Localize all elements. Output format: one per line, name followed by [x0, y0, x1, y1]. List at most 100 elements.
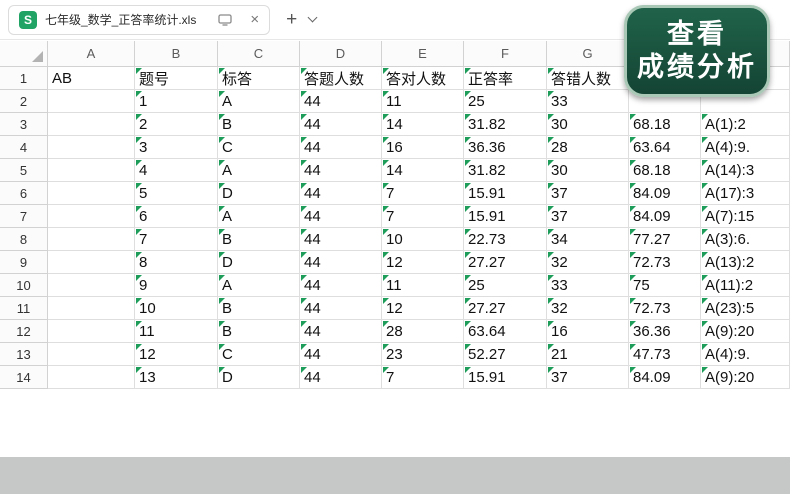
- cell-A1[interactable]: AB: [48, 67, 135, 90]
- row-header-3[interactable]: 3: [0, 113, 48, 136]
- cell-F6[interactable]: 15.91: [464, 182, 547, 205]
- row-header-13[interactable]: 13: [0, 343, 48, 366]
- cell-D5[interactable]: 44: [300, 159, 382, 182]
- cell-I9[interactable]: A(13):2: [701, 251, 790, 274]
- tab-close-icon[interactable]: ×: [250, 11, 259, 28]
- cell-I8[interactable]: A(3):6.: [701, 228, 790, 251]
- cell-A14[interactable]: [48, 366, 135, 389]
- cell-H10[interactable]: 75: [629, 274, 701, 297]
- cell-A12[interactable]: [48, 320, 135, 343]
- row-header-12[interactable]: 12: [0, 320, 48, 343]
- cell-G12[interactable]: 16: [547, 320, 629, 343]
- cell-A7[interactable]: [48, 205, 135, 228]
- cell-E11[interactable]: 12: [382, 297, 464, 320]
- cell-E4[interactable]: 16: [382, 136, 464, 159]
- cell-D2[interactable]: 44: [300, 90, 382, 113]
- cell-I10[interactable]: A(11):2: [701, 274, 790, 297]
- cell-C12[interactable]: B: [218, 320, 300, 343]
- row-header-6[interactable]: 6: [0, 182, 48, 205]
- cell-D9[interactable]: 44: [300, 251, 382, 274]
- document-tab[interactable]: S 七年级_数学_正答率统计.xls ×: [8, 5, 270, 35]
- row-header-1[interactable]: 1: [0, 67, 48, 90]
- cell-C1[interactable]: 标答: [218, 67, 300, 90]
- cell-G1[interactable]: 答错人数: [547, 67, 629, 90]
- cell-C5[interactable]: A: [218, 159, 300, 182]
- cell-H9[interactable]: 72.73: [629, 251, 701, 274]
- cell-F14[interactable]: 15.91: [464, 366, 547, 389]
- cell-I3[interactable]: A(1):2: [701, 113, 790, 136]
- cell-F12[interactable]: 63.64: [464, 320, 547, 343]
- row-header-5[interactable]: 5: [0, 159, 48, 182]
- cell-C11[interactable]: B: [218, 297, 300, 320]
- column-header-B[interactable]: B: [135, 41, 218, 67]
- cell-F5[interactable]: 31.82: [464, 159, 547, 182]
- cell-D7[interactable]: 44: [300, 205, 382, 228]
- cell-E12[interactable]: 28: [382, 320, 464, 343]
- cell-F11[interactable]: 27.27: [464, 297, 547, 320]
- cell-D11[interactable]: 44: [300, 297, 382, 320]
- cell-H3[interactable]: 68.18: [629, 113, 701, 136]
- cell-B4[interactable]: 3: [135, 136, 218, 159]
- cell-I13[interactable]: A(4):9.: [701, 343, 790, 366]
- cell-E1[interactable]: 答对人数: [382, 67, 464, 90]
- cell-C4[interactable]: C: [218, 136, 300, 159]
- cell-H13[interactable]: 47.73: [629, 343, 701, 366]
- select-all-corner[interactable]: [0, 41, 48, 67]
- cell-B2[interactable]: 1: [135, 90, 218, 113]
- row-header-7[interactable]: 7: [0, 205, 48, 228]
- column-header-D[interactable]: D: [300, 41, 382, 67]
- cell-E5[interactable]: 14: [382, 159, 464, 182]
- cell-D13[interactable]: 44: [300, 343, 382, 366]
- cell-C6[interactable]: D: [218, 182, 300, 205]
- row-header-10[interactable]: 10: [0, 274, 48, 297]
- cell-B7[interactable]: 6: [135, 205, 218, 228]
- cell-F1[interactable]: 正答率: [464, 67, 547, 90]
- cell-A9[interactable]: [48, 251, 135, 274]
- cell-B10[interactable]: 9: [135, 274, 218, 297]
- cell-D14[interactable]: 44: [300, 366, 382, 389]
- cell-C2[interactable]: A: [218, 90, 300, 113]
- cell-D10[interactable]: 44: [300, 274, 382, 297]
- cell-B14[interactable]: 13: [135, 366, 218, 389]
- cell-D1[interactable]: 答题人数: [300, 67, 382, 90]
- cell-F7[interactable]: 15.91: [464, 205, 547, 228]
- cell-G7[interactable]: 37: [547, 205, 629, 228]
- cell-A3[interactable]: [48, 113, 135, 136]
- cell-B11[interactable]: 10: [135, 297, 218, 320]
- new-tab-button[interactable]: +: [286, 10, 297, 29]
- cell-B1[interactable]: 题号: [135, 67, 218, 90]
- cell-I11[interactable]: A(23):5: [701, 297, 790, 320]
- cell-F9[interactable]: 27.27: [464, 251, 547, 274]
- cell-C7[interactable]: A: [218, 205, 300, 228]
- cell-B6[interactable]: 5: [135, 182, 218, 205]
- cell-B5[interactable]: 4: [135, 159, 218, 182]
- cell-G5[interactable]: 30: [547, 159, 629, 182]
- cell-G9[interactable]: 32: [547, 251, 629, 274]
- column-header-A[interactable]: A: [48, 41, 135, 67]
- row-header-4[interactable]: 4: [0, 136, 48, 159]
- cell-E2[interactable]: 11: [382, 90, 464, 113]
- row-header-14[interactable]: 14: [0, 366, 48, 389]
- cell-C13[interactable]: C: [218, 343, 300, 366]
- cell-D6[interactable]: 44: [300, 182, 382, 205]
- cell-C8[interactable]: B: [218, 228, 300, 251]
- cell-G13[interactable]: 21: [547, 343, 629, 366]
- cell-I4[interactable]: A(4):9.: [701, 136, 790, 159]
- cell-D3[interactable]: 44: [300, 113, 382, 136]
- cell-F3[interactable]: 31.82: [464, 113, 547, 136]
- cell-G14[interactable]: 37: [547, 366, 629, 389]
- cell-H7[interactable]: 84.09: [629, 205, 701, 228]
- cell-C9[interactable]: D: [218, 251, 300, 274]
- cell-F8[interactable]: 22.73: [464, 228, 547, 251]
- cell-G3[interactable]: 30: [547, 113, 629, 136]
- cell-H8[interactable]: 77.27: [629, 228, 701, 251]
- row-header-2[interactable]: 2: [0, 90, 48, 113]
- cell-H4[interactable]: 63.64: [629, 136, 701, 159]
- cell-B9[interactable]: 8: [135, 251, 218, 274]
- cell-E7[interactable]: 7: [382, 205, 464, 228]
- cell-I12[interactable]: A(9):20: [701, 320, 790, 343]
- monitor-icon[interactable]: [218, 14, 232, 26]
- cell-F10[interactable]: 25: [464, 274, 547, 297]
- cell-C14[interactable]: D: [218, 366, 300, 389]
- cell-E9[interactable]: 12: [382, 251, 464, 274]
